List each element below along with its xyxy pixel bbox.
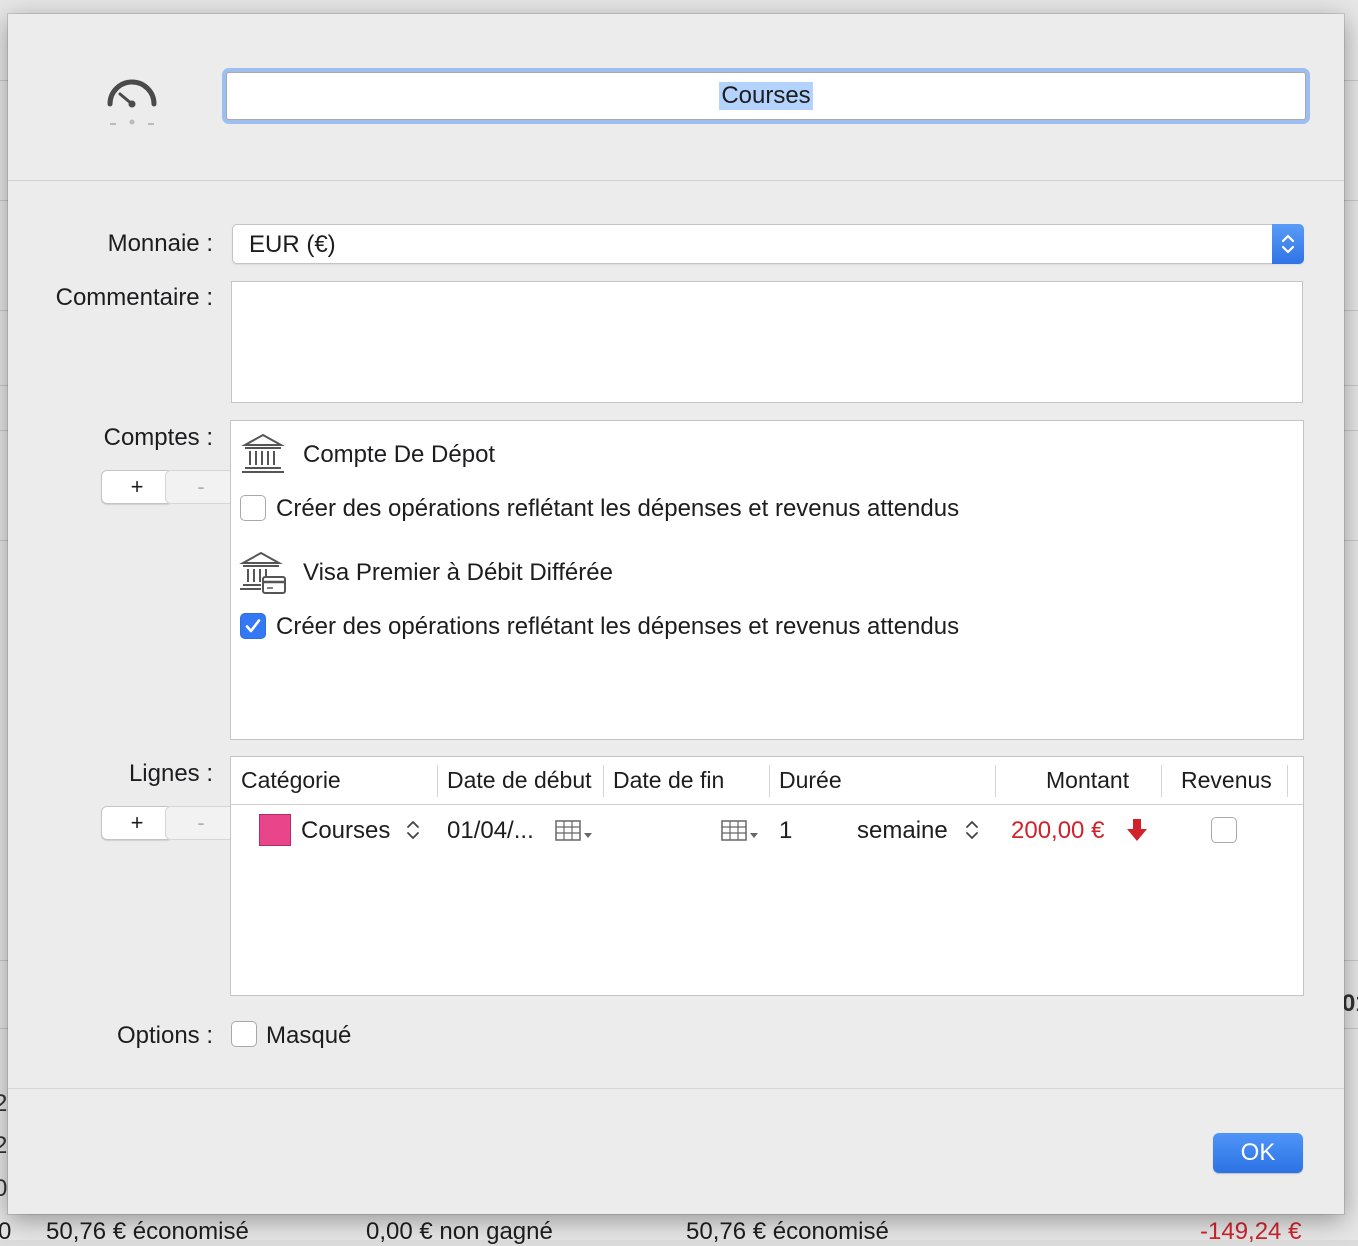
- category-select[interactable]: Courses: [301, 817, 390, 845]
- column-divider: [1161, 765, 1162, 797]
- calendar-icon[interactable]: [721, 819, 761, 843]
- income-checkbox[interactable]: [1211, 817, 1237, 843]
- gauge-icon[interactable]: [104, 72, 160, 128]
- budget-edit-dialog: Courses Monnaie : EUR (€) Commentaire : …: [8, 14, 1344, 1214]
- hidden-label: Masqué: [266, 1022, 352, 1049]
- table-header: Catégorie Date de début Date de fin Duré…: [231, 757, 1303, 805]
- period-select[interactable]: semaine: [857, 817, 948, 845]
- budget-name-text: Courses: [719, 82, 813, 110]
- bank-icon: [241, 433, 285, 473]
- options-label: Options :: [116, 1022, 213, 1049]
- ok-button[interactable]: OK: [1213, 1133, 1303, 1173]
- chevron-updown-icon: [1272, 224, 1304, 264]
- accounts-label: Comptes :: [103, 424, 213, 451]
- checkmark-icon: [245, 619, 261, 633]
- bg-footer-saved: 50,76 € économisé: [46, 1218, 249, 1245]
- account-create-ops-checkbox[interactable]: [240, 613, 266, 639]
- category-color-swatch[interactable]: [259, 814, 291, 846]
- column-divider: [437, 765, 438, 797]
- start-date-field[interactable]: 01/04/...: [447, 817, 534, 845]
- column-header-amount[interactable]: Montant: [1046, 767, 1129, 794]
- column-divider: [995, 765, 996, 797]
- budget-lines-table: Catégorie Date de début Date de fin Duré…: [230, 756, 1304, 996]
- account-create-ops-checkbox[interactable]: [240, 495, 266, 521]
- bg-footer-total: -149,24 €: [1200, 1218, 1302, 1245]
- account-create-ops-label: Créer des opérations reflétant les dépen…: [276, 495, 960, 522]
- bg-footer-saved-2: 50,76 € économisé: [686, 1218, 889, 1245]
- currency-select[interactable]: EUR (€): [232, 224, 1304, 264]
- column-divider: [769, 765, 770, 797]
- currency-label: Monnaie :: [107, 230, 213, 257]
- accounts-list: Compte De Dépot Créer des opérations ref…: [230, 420, 1304, 740]
- bg-footer-unearned: 0,00 € non gagné: [366, 1218, 553, 1245]
- bank-card-icon: [239, 551, 286, 594]
- dialog-header: Courses: [8, 14, 1344, 181]
- hidden-checkbox[interactable]: [231, 1021, 257, 1047]
- budget-name-input[interactable]: Courses: [226, 72, 1306, 120]
- remove-account-button[interactable]: -: [165, 470, 237, 504]
- currency-value: EUR (€): [249, 231, 336, 258]
- account-name: Visa Premier à Débit Différée: [303, 559, 613, 586]
- column-header-duration[interactable]: Durée: [779, 767, 842, 794]
- column-header-start-date[interactable]: Date de début: [447, 767, 592, 794]
- chevron-updown-icon[interactable]: [964, 817, 980, 843]
- arrow-down-icon: [1127, 819, 1147, 841]
- duration-field[interactable]: 1: [779, 817, 792, 845]
- footer-divider: [8, 1088, 1344, 1089]
- remove-line-button[interactable]: -: [165, 806, 237, 840]
- column-divider: [603, 765, 604, 797]
- comment-label: Commentaire :: [55, 284, 213, 311]
- column-header-category[interactable]: Catégorie: [241, 767, 341, 794]
- lines-label: Lignes :: [128, 760, 213, 787]
- add-line-button[interactable]: +: [101, 806, 173, 840]
- amount-field[interactable]: 200,00 €: [1011, 817, 1104, 845]
- account-name: Compte De Dépot: [303, 441, 496, 468]
- calendar-icon[interactable]: [555, 819, 595, 843]
- comment-textarea[interactable]: [231, 281, 1303, 403]
- account-create-ops-label: Créer des opérations reflétant les dépen…: [276, 613, 960, 640]
- column-header-income[interactable]: Revenus: [1181, 767, 1272, 794]
- bg-side-text: 01: [1342, 990, 1358, 1017]
- bg-footer-prefix: 0: [0, 1218, 12, 1245]
- add-account-button[interactable]: +: [101, 470, 173, 504]
- column-header-end-date[interactable]: Date de fin: [613, 767, 724, 794]
- chevron-updown-icon[interactable]: [405, 817, 421, 843]
- bg-side-text: 0: [0, 1175, 8, 1202]
- column-divider: [1287, 765, 1288, 797]
